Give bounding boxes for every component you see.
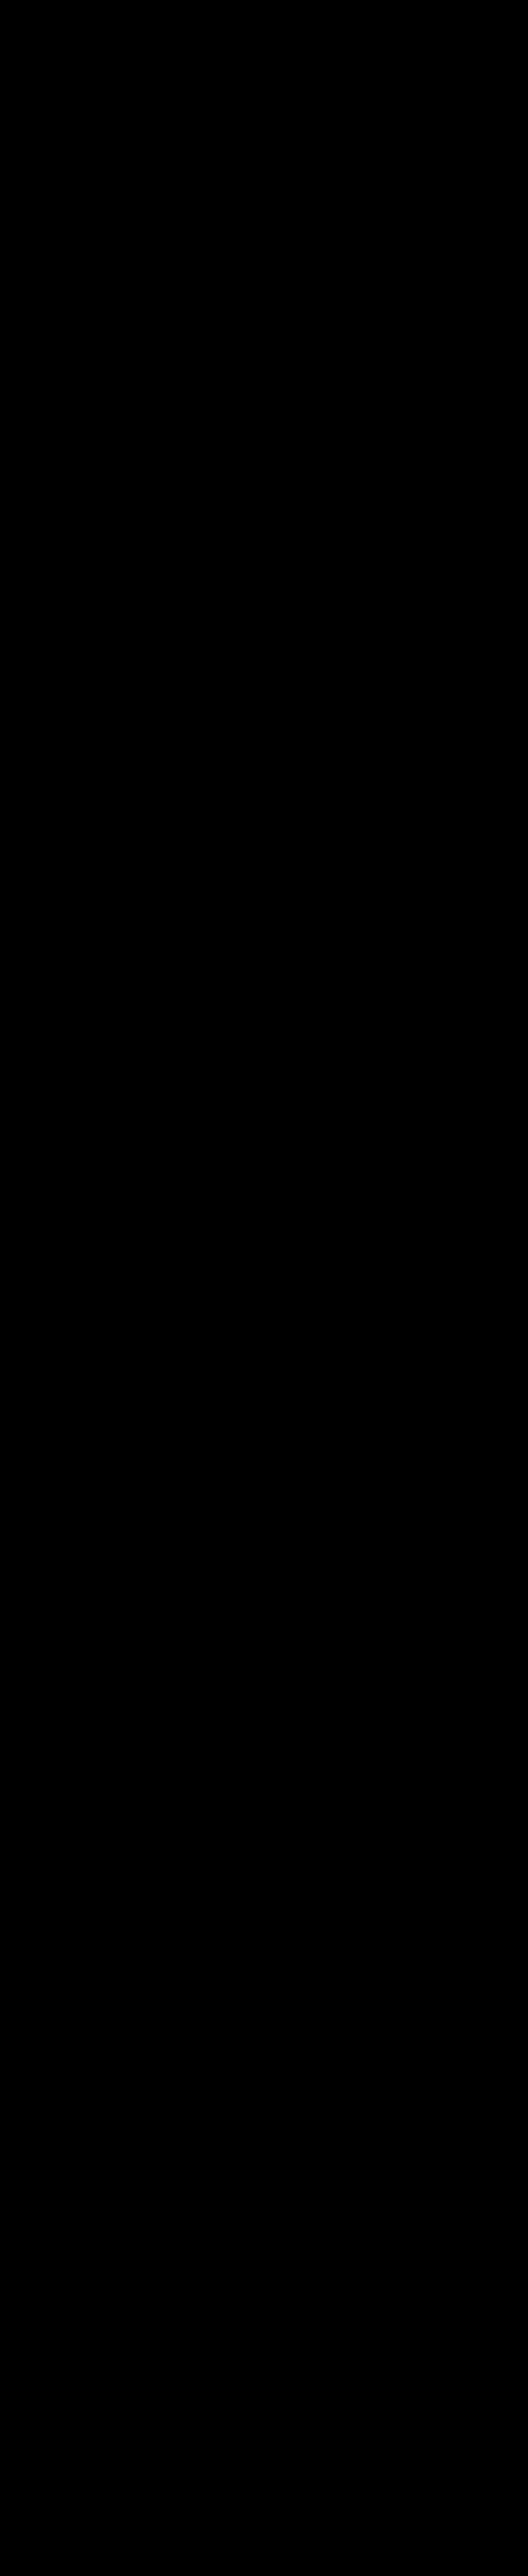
spectrogram-stack bbox=[0, 0, 528, 2576]
